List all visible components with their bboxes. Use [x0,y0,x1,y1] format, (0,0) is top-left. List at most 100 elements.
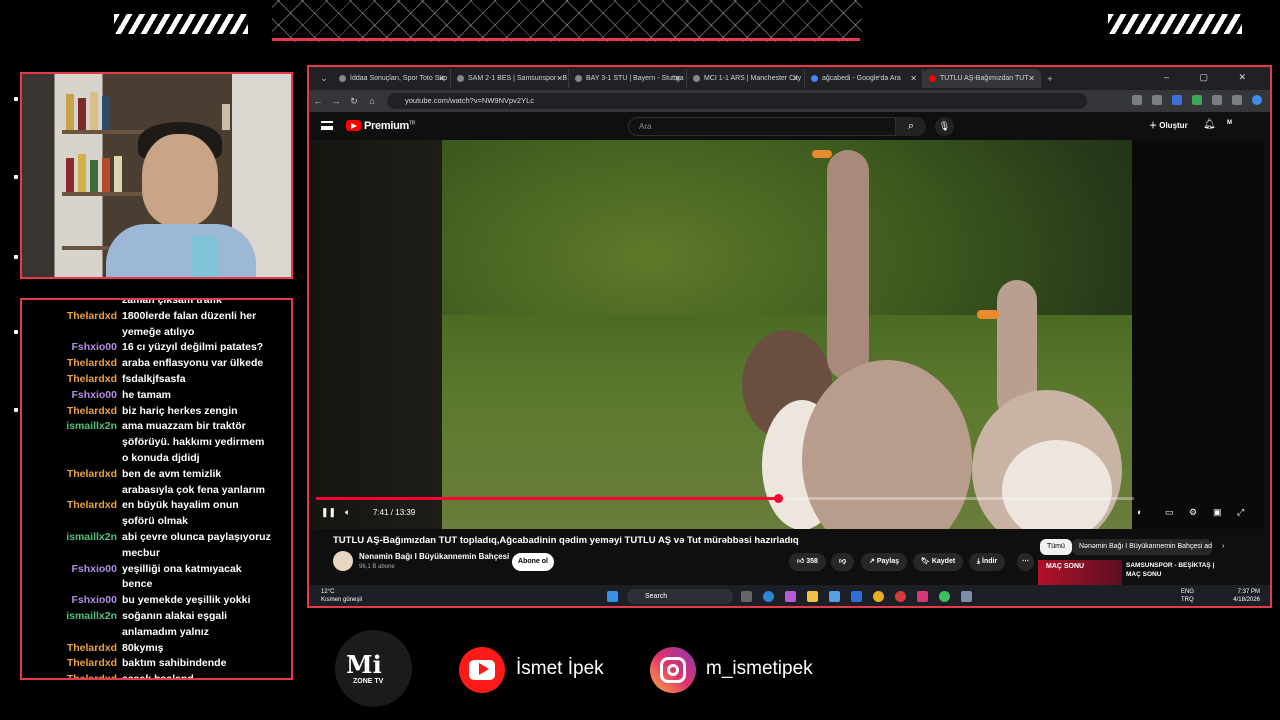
chat-text: 1800lerde falan düzenli her yemeğe atılı… [122,309,257,338]
chips-next-icon[interactable]: › [1215,539,1231,555]
language-indicator[interactable]: ENG TRQ [1181,589,1194,604]
tab-menu-icon[interactable]: ⌄ [315,73,333,84]
tab-close-icon[interactable]: ✕ [556,74,563,83]
channel-avatar[interactable] [333,551,353,571]
miniplayer-icon[interactable]: ▣ [1213,507,1222,518]
url-field[interactable]: youtube.com/watch?v=NW9NVpv2YLc [387,93,1087,109]
save-button[interactable]: 🔖︎ Kaydet [913,553,964,571]
forward-icon[interactable]: → [327,96,345,106]
chat-username[interactable]: Thelardxd [22,656,122,672]
chat-username[interactable]: Thelardxd [22,404,122,420]
chat-username[interactable]: Thelardxd [22,641,122,657]
window-controls[interactable]: – ▢ ✕ [1164,72,1260,83]
create-button[interactable]: ＋ Oluştur [1149,120,1188,131]
volume-icon[interactable]: 🔈︎ [345,507,350,518]
bell-icon[interactable]: 🔔︎ [1203,119,1216,130]
home-icon[interactable]: ⌂ [363,96,381,106]
edge-icon[interactable] [763,591,774,602]
app-icon[interactable] [895,591,906,602]
share-button[interactable]: ↗ Paylaş [861,553,907,571]
chat-message: Fshxio00 16 cı yüzyıl değilmi patates? [22,340,291,356]
chip-all[interactable]: Tümü [1040,539,1072,555]
weather-widget[interactable]: 12°C Kısmen güneşli [321,588,362,604]
tab-close-icon[interactable]: ✕ [1028,74,1035,83]
chat-username[interactable]: Thelardxd [22,372,122,388]
fullscreen-icon[interactable]: ⤢ [1237,507,1244,518]
settings-icon[interactable] [961,591,972,602]
chat-username[interactable]: ismaillx2n [22,530,122,562]
autoplay-toggle-icon[interactable]: ◐ [1137,507,1142,517]
download-button[interactable]: ⤓ İndir [969,553,1006,571]
chat-panel[interactable]: zaman çıksam trafik Thelardxd 1800lerde fa… [20,298,293,680]
chip-channel[interactable]: Nənəmin Bağı I Büyükannemin Bahçesi ad [1072,539,1212,555]
chat-username[interactable]: Fshxio00 [22,340,122,356]
chat-message: ismaillx2n soğanın alakai eşgali anlamadı… [22,609,291,641]
whatsapp-icon[interactable] [939,591,950,602]
chat-username[interactable]: Thelardxd [22,356,122,372]
tab[interactable]: İddaa Sonuçları, Spor Toto Süp ✕ [333,69,451,88]
tab-active[interactable]: TUTLU AŞ-Bağımızdan TUT ✕ [923,69,1041,88]
subtitles-icon[interactable]: ▭ [1165,507,1174,518]
tab[interactable]: SAM 2-1 BES | Samsunspor - B ✕ [451,69,569,88]
taskbar-search[interactable]: Search [627,589,733,604]
more-actions-icon[interactable]: ⋯ [1017,553,1034,571]
dislike-button[interactable]: 👎︎ [831,553,855,571]
search-input[interactable]: Ara [628,117,896,136]
video-progress-bar[interactable] [316,494,1134,503]
webcam-feed [20,72,293,279]
chat-username[interactable]: Fshxio00 [22,388,122,404]
copilot-icon[interactable] [785,591,796,602]
chat-username[interactable]: Thelardxd [22,309,122,341]
settings-gear-icon[interactable]: ⚙ [1189,507,1197,518]
youtube-brand[interactable]: PremiumTR [364,120,415,132]
channel-name[interactable]: Nənəmin Bağı I Büyükannemin Bahçesi [359,552,509,561]
mail-icon[interactable] [851,591,862,602]
recommended-title[interactable]: SAMSUNSPOR - BEŞİKTAŞ | MAÇ SONU [1126,561,1221,579]
tab[interactable]: BAY 3-1 STU | Bayern - Stuttga ✕ [569,69,687,88]
file-explorer-icon[interactable] [807,591,818,602]
back-icon[interactable]: ← [309,96,327,106]
extension-icon[interactable] [1212,95,1222,105]
tab-close-icon[interactable]: ✕ [910,74,917,83]
reload-icon[interactable]: ↻ [345,96,363,107]
tab-close-icon[interactable]: ✕ [674,74,681,83]
instagram-taskbar-icon[interactable] [917,591,928,602]
chat-username[interactable] [22,300,122,309]
youtube-handle: İsmet İpek [516,658,604,679]
chat-message: Thelardxd eşşek haaland [22,672,291,678]
avatar[interactable]: M [1227,120,1241,132]
chrome-icon[interactable] [873,591,884,602]
pause-icon[interactable]: ❚❚ [321,507,336,518]
extension-icon[interactable] [1232,95,1242,105]
youtube-logo-icon[interactable] [346,120,361,131]
like-button[interactable]: 👍︎ 358 [789,553,826,571]
chat-username[interactable]: Fshxio00 [22,562,122,594]
profile-icon[interactable] [1252,95,1262,105]
taskview-icon[interactable] [741,591,752,602]
recommended-thumbnail[interactable]: MAÇ SONU [1038,560,1122,585]
chat-username[interactable]: Fshxio00 [22,593,122,609]
windows-start-icon[interactable] [607,591,618,602]
decor-line-top [272,38,860,41]
search-icon[interactable]: ⌕ [896,117,926,136]
extension-icon[interactable] [1152,95,1162,105]
chat-username[interactable]: Thelardxd [22,498,122,530]
menu-icon[interactable] [321,121,333,130]
tab-close-icon[interactable]: ✕ [438,74,445,83]
video-player[interactable]: ❚❚ 🔈︎ 7:41 / 13:39 ◐ ▭ ⚙ ▣ ⤢ [309,140,1264,529]
chat-username[interactable]: Thelardxd [22,672,122,678]
subscribe-button[interactable]: Abone ol [512,553,554,571]
mic-icon[interactable]: 🎙︎ [935,117,954,136]
clock[interactable]: 7:37 PM 4/18/2026 [1233,589,1260,604]
chat-username[interactable]: Thelardxd [22,467,122,499]
chat-username[interactable]: ismaillx2n [22,609,122,641]
extension-icon[interactable] [1132,95,1142,105]
extension-icon[interactable] [1172,95,1182,105]
store-icon[interactable] [829,591,840,602]
new-tab-button[interactable]: + [1041,74,1059,84]
tab[interactable]: ağcabedi - Google'da Ara ✕ [805,69,923,88]
extension-icon[interactable] [1192,95,1202,105]
tab[interactable]: MCI 1-1 ARS | Manchester City ✕ [687,69,805,88]
chat-username[interactable]: ismaillx2n [22,419,122,466]
tab-close-icon[interactable]: ✕ [792,74,799,83]
